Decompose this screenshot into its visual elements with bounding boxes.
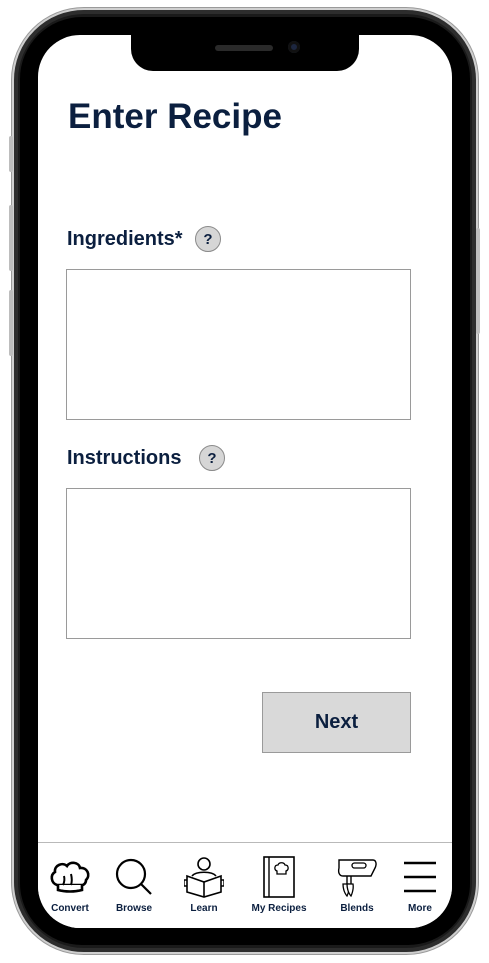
tab-label: More: [408, 903, 432, 914]
ingredients-label: Ingredients*: [67, 228, 183, 250]
tab-bar: Convert Browse Learn My Recipes Blends M…: [38, 842, 452, 928]
tab-browse[interactable]: Browse: [110, 843, 158, 923]
page-title: Enter Recipe: [68, 97, 282, 136]
reader-icon: [181, 855, 227, 899]
camera: [288, 41, 300, 53]
instructions-input[interactable]: [66, 488, 411, 639]
hand-mixer-icon: [334, 855, 380, 899]
silent-switch: [9, 136, 13, 172]
tab-label: Browse: [115, 903, 153, 914]
chef-hat-icon: [47, 855, 93, 899]
ingredients-help-button[interactable]: ?: [195, 226, 221, 252]
next-button[interactable]: Next: [262, 692, 411, 753]
menu-icon: [397, 855, 443, 899]
volume-up-button: [9, 205, 13, 271]
tab-blends[interactable]: Blends: [333, 843, 381, 923]
tab-convert[interactable]: Convert: [46, 843, 94, 923]
instructions-help-button[interactable]: ?: [199, 445, 225, 471]
ingredients-input[interactable]: [66, 269, 411, 420]
app-screen: Enter Recipe Ingredients* ? Instructions…: [38, 35, 452, 928]
notch: [131, 35, 359, 71]
tab-learn[interactable]: Learn: [180, 843, 228, 923]
volume-down-button: [9, 290, 13, 356]
tab-label: Learn: [190, 903, 218, 914]
tab-label: Convert: [51, 903, 89, 914]
instructions-label: Instructions: [67, 447, 182, 469]
search-icon: [111, 855, 157, 899]
tab-label: My Recipes: [251, 903, 307, 914]
power-button: [476, 228, 480, 334]
tab-more[interactable]: More: [396, 843, 444, 923]
tab-label: Blends: [340, 903, 374, 914]
recipe-book-icon: [256, 855, 302, 899]
tab-my-recipes[interactable]: My Recipes: [248, 843, 310, 923]
speaker: [215, 45, 273, 51]
